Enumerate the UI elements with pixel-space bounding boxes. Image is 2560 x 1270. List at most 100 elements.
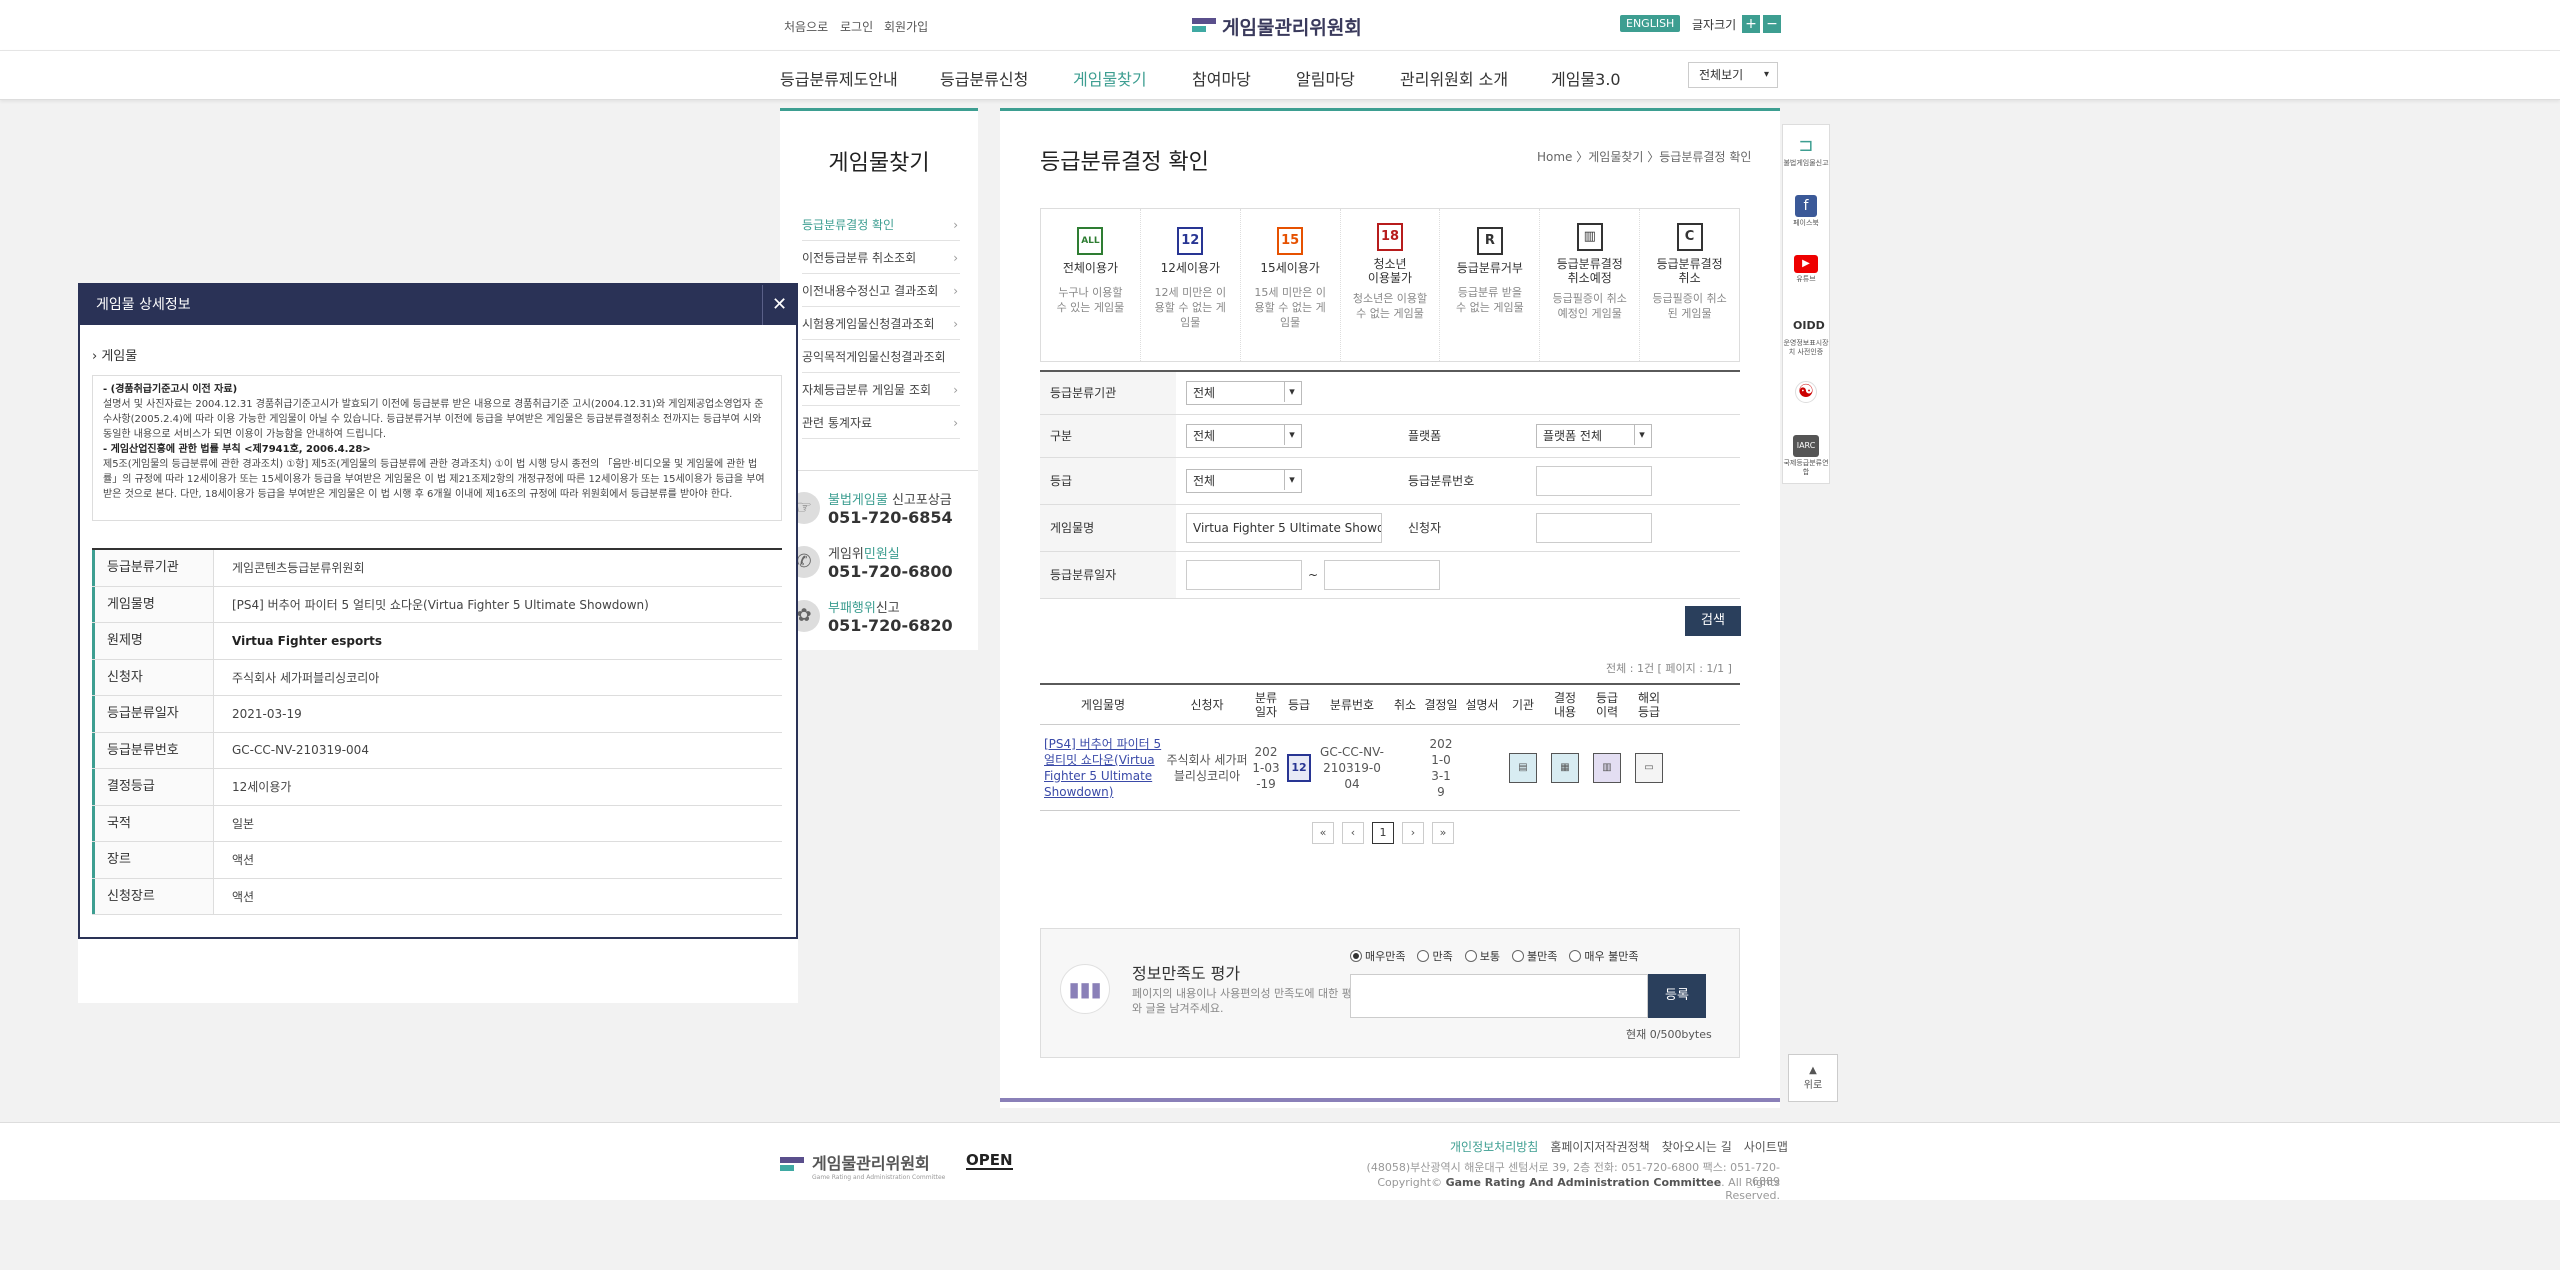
- pagination: « ‹ 1 › »: [1312, 822, 1454, 844]
- nav-item-game30[interactable]: 게임물3.0: [1551, 66, 1621, 90]
- category-select[interactable]: 전체: [1186, 424, 1302, 448]
- dropdown-caret-icon: ▾: [1763, 69, 1769, 80]
- popup-backdrop: [78, 939, 798, 1003]
- search-button[interactable]: 검색: [1685, 606, 1741, 636]
- privacy-link[interactable]: 개인정보처리방침: [1450, 1138, 1538, 1155]
- quick-iarc[interactable]: IARC 국제등급분류연합: [1783, 435, 1829, 477]
- font-plus-button[interactable]: +: [1742, 15, 1760, 33]
- info-row: 신청자 주식회사 세가퍼블리싱코리아: [92, 659, 782, 696]
- game-detail-popup: 게임물 상세정보 ✕ › 게임물 - (경품취급기준고시 이전 자료) 설명서 …: [78, 283, 798, 939]
- results-header: 게임물명 신청자 분류 일자 등급 분류번호 취소 결정일 설명서 기관 결정 …: [1040, 685, 1740, 725]
- foreign-doc-icon[interactable]: ▭: [1635, 752, 1663, 783]
- quick-youtube[interactable]: ▶ 유튜브: [1783, 255, 1829, 284]
- page-last-button[interactable]: »: [1432, 822, 1454, 844]
- sub-nav-item-public-result[interactable]: 공익목적게임물신청결과조회: [802, 341, 960, 373]
- agency-select[interactable]: 전체: [1186, 381, 1302, 405]
- radio-neutral[interactable]: 보통: [1464, 948, 1500, 964]
- chevron-right-icon: ›: [953, 251, 958, 265]
- radio-very-satisfied[interactable]: 매우만족: [1350, 948, 1405, 964]
- filter-row-agency: 등급분류기관 전체: [1040, 372, 1740, 415]
- info-row: 게임물명 [PS4] 버추어 파이터 5 얼티밋 쇼다운(Virtua Fight…: [92, 586, 782, 623]
- radio-very-dissatisfied[interactable]: 매우 불만족: [1569, 948, 1638, 964]
- nav-item-game-search[interactable]: 게임물찾기: [1073, 66, 1147, 90]
- quick-report[interactable]: ⊐ 불법게임물신고: [1783, 135, 1829, 168]
- rating-all: ALL 전체이용가 누구나 이용할 수 있는 게임물: [1041, 209, 1141, 361]
- filter-row-date: 등급분류일자 ~: [1040, 552, 1740, 599]
- directions-link[interactable]: 찾아오시는 길: [1662, 1138, 1732, 1155]
- sub-nav: 게임물찾기 등급분류결정 확인 › 이전등급분류 취소조회 › 이전내용수정신고 결…: [780, 108, 978, 470]
- scroll-top-button[interactable]: ▲ 위로: [1788, 1054, 1838, 1102]
- nav-item-participation[interactable]: 참여마당: [1192, 66, 1251, 90]
- contact-civil[interactable]: ✆ 게임위민원실 051-720-6800: [788, 543, 953, 581]
- close-icon[interactable]: ✕: [762, 285, 796, 325]
- taegeuk-icon: ☯: [1795, 381, 1817, 403]
- radio-satisfied[interactable]: 만족: [1417, 948, 1453, 964]
- rating-legend: ALL 전체이용가 누구나 이용할 수 있는 게임물 12 12세이용가 12세 미만은…: [1040, 208, 1740, 362]
- copyright-policy-link[interactable]: 홈페이지저작권정책: [1550, 1138, 1649, 1155]
- chevron-right-icon: ›: [953, 218, 958, 232]
- history-doc-icon[interactable]: ▥: [1593, 752, 1621, 783]
- sub-nav-item-cancel-lookup[interactable]: 이전등급분류 취소조회 ›: [802, 242, 960, 274]
- quick-oidd[interactable]: OIDD 운영정보표시장치 사전인증: [1783, 315, 1829, 357]
- applicant-input[interactable]: [1536, 513, 1652, 543]
- results-table: 게임물명 신청자 분류 일자 등급 분류번호 취소 결정일 설명서 기관 결정 …: [1040, 683, 1740, 811]
- date-from-input[interactable]: [1186, 560, 1302, 590]
- sub-nav-item-self-rating[interactable]: 자체등급분류 게임물 조회 ›: [802, 374, 960, 406]
- rating-12-icon: 12: [1177, 227, 1204, 255]
- nav-item-rating-apply[interactable]: 등급분류신청: [940, 66, 1028, 90]
- nav-item-notice[interactable]: 알림마당: [1296, 66, 1355, 90]
- sub-nav-item-modify-result[interactable]: 이전내용수정신고 결과조회 ›: [802, 275, 960, 307]
- english-button[interactable]: ENGLISH: [1620, 15, 1681, 32]
- quick-government[interactable]: ☯: [1783, 381, 1829, 405]
- contact-corruption[interactable]: ✿ 부패행위신고 051-720-6820: [788, 597, 953, 635]
- agency-doc-icon[interactable]: ▤: [1509, 752, 1537, 783]
- byte-counter: 현재 0/500bytes: [1626, 1028, 1712, 1041]
- breadcrumb[interactable]: Home 〉게임물찾기 〉등급분류결정 확인: [1537, 148, 1751, 165]
- iarc-icon: IARC: [1793, 435, 1819, 457]
- youtube-icon: ▶: [1794, 255, 1818, 273]
- contact-illegal[interactable]: ☞ 불법게임물 신고포상금 051-720-6854: [788, 489, 953, 527]
- chevron-right-icon: ›: [953, 284, 958, 298]
- nav-item-rating-guide[interactable]: 등급분류제도안내: [780, 66, 898, 90]
- home-link[interactable]: 처음으로: [784, 18, 828, 35]
- radio-dissatisfied[interactable]: 불만족: [1511, 948, 1557, 964]
- rating-cancelled-icon: C: [1676, 223, 1703, 251]
- decision-doc-icon[interactable]: ▦: [1551, 752, 1579, 783]
- login-link[interactable]: 로그인: [840, 18, 873, 35]
- page-first-button[interactable]: «: [1312, 822, 1334, 844]
- sub-nav-item-statistics[interactable]: 관련 통계자료 ›: [802, 407, 960, 439]
- rating-15-icon: 15: [1277, 227, 1304, 255]
- page-next-button[interactable]: ›: [1402, 822, 1424, 844]
- game-name-input[interactable]: Virtua Fighter 5 Ultimate Showdown: [1186, 513, 1382, 543]
- page-1-button[interactable]: 1: [1372, 822, 1394, 844]
- rating-refused-icon: R: [1476, 227, 1503, 255]
- game-info-table: 등급분류기관 게임콘텐츠등급분류위원회 게임물명 [PS4] 버추어 파이터 5 얼…: [92, 548, 782, 915]
- grade-select[interactable]: 전체: [1186, 469, 1302, 493]
- main-nav: [0, 50, 2560, 100]
- all-view-select[interactable]: 전체보기 ▾: [1688, 62, 1778, 88]
- join-link[interactable]: 회원가입: [884, 18, 928, 35]
- footer-copyright: Copyright© Game Rating And Administratio…: [1377, 1176, 1780, 1202]
- site-logo[interactable]: 게임물관리위원회: [1192, 13, 1362, 40]
- satisfaction-submit-button[interactable]: 등록: [1648, 974, 1706, 1018]
- platform-select[interactable]: 플랫폼 전체: [1536, 424, 1652, 448]
- game-name-link[interactable]: [PS4] 버추어 파이터 5 얼티밋 쇼다운(Virtua Fighter 5…: [1040, 736, 1166, 800]
- logo-mark-icon: [1192, 17, 1218, 36]
- info-row: 등급분류번호 GC-CC-NV-210319-004: [92, 732, 782, 769]
- search-filter: 등급분류기관 전체 구분 전체 플랫폼 플랫폼 전체 등급 전체 등급분류번호 …: [1040, 370, 1740, 599]
- quick-facebook[interactable]: f 페이스북: [1783, 195, 1829, 228]
- satisfaction-options: 매우만족 만족 보통 불만족 매우 불만족: [1350, 948, 1638, 964]
- sub-nav-item-rating-check[interactable]: 등급분류결정 확인 ›: [802, 209, 960, 241]
- rating-number-input[interactable]: [1536, 466, 1652, 496]
- popup-notice: - (경품취급기준고시 이전 자료) 설명서 및 사진자료는 2004.12.3…: [92, 375, 782, 521]
- page-prev-button[interactable]: ‹: [1342, 822, 1364, 844]
- sitemap-link[interactable]: 사이트맵: [1744, 1138, 1788, 1155]
- sub-nav-item-test-result[interactable]: 시험용게임물신청결과조회 ›: [802, 308, 960, 340]
- date-to-input[interactable]: [1324, 560, 1441, 590]
- footer-links: 개인정보처리방침 홈페이지저작권정책 찾아오시는 길 사이트맵: [1450, 1138, 1788, 1155]
- satisfaction-comment-input[interactable]: [1350, 974, 1648, 1018]
- chevron-right-icon: ›: [953, 416, 958, 430]
- rating-12: 12 12세이용가 12세 미만은 이용할 수 없는 게임물: [1141, 209, 1241, 361]
- nav-item-about[interactable]: 관리위원회 소개: [1400, 66, 1508, 90]
- font-minus-button[interactable]: −: [1763, 15, 1781, 33]
